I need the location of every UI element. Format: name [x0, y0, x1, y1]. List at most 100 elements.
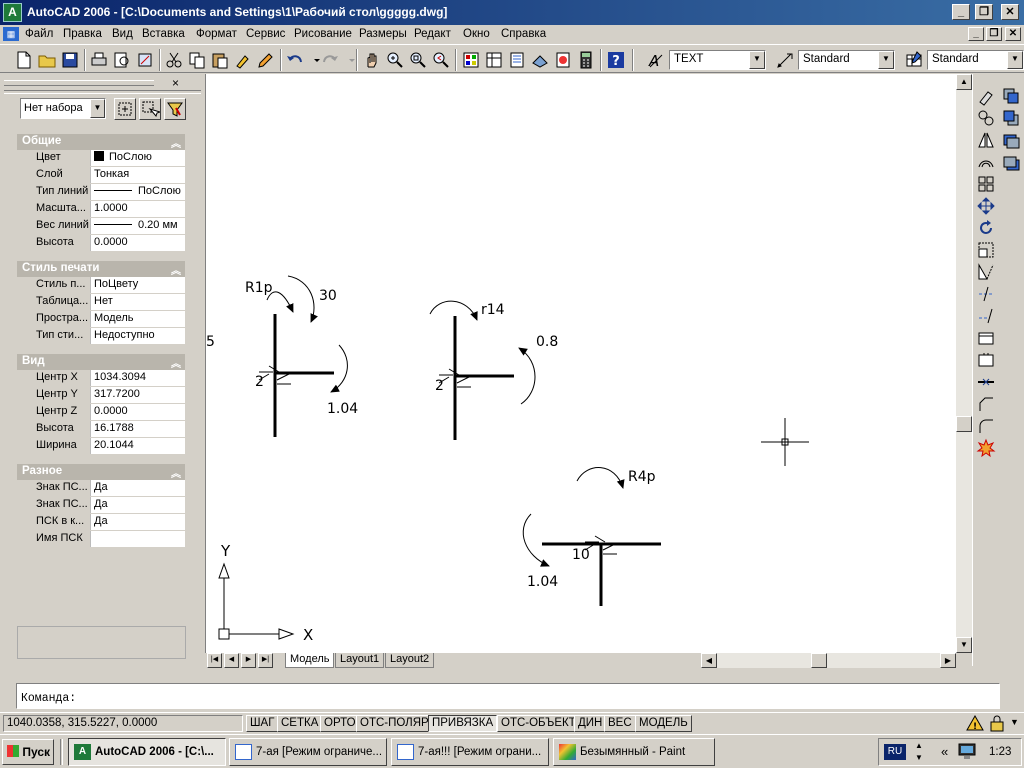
section-misc-header[interactable]: Разное ︽ — [17, 464, 185, 480]
otrack-toggle[interactable]: ОТС-ОБЪЕКТ — [497, 715, 580, 732]
bring-to-front-icon[interactable] — [1001, 86, 1021, 106]
copy-object-icon[interactable] — [976, 108, 996, 128]
prop-row[interactable]: Центр Y 317.7200 — [17, 387, 185, 404]
bring-above-icon[interactable] — [1001, 130, 1021, 150]
send-under-icon[interactable] — [1001, 152, 1021, 172]
copy-icon[interactable] — [187, 50, 207, 70]
prop-row[interactable]: Таблица... Нет — [17, 294, 185, 311]
polar-toggle[interactable]: ОТС-ПОЛЯР — [356, 715, 433, 732]
tool-palettes-icon[interactable] — [507, 50, 527, 70]
osnap-toggle[interactable]: ПРИВЯЗКА — [428, 715, 498, 732]
prop-row[interactable]: Стиль п... ПоЦвету — [17, 277, 185, 294]
chevron-down-icon[interactable]: ▼ — [90, 99, 105, 118]
text-style-icon[interactable]: A — [646, 50, 666, 70]
menu-tools[interactable]: Сервис — [246, 28, 285, 40]
scroll-down-icon[interactable]: ▼ — [956, 637, 972, 653]
help-icon[interactable]: ? — [606, 50, 626, 70]
zoom-previous-icon[interactable] — [431, 50, 451, 70]
sheet-set-icon[interactable] — [530, 50, 550, 70]
command-line-input[interactable]: Команда: — [16, 683, 1000, 709]
send-to-back-icon[interactable] — [1001, 108, 1021, 128]
open-icon[interactable] — [37, 50, 57, 70]
roughness-figure-1[interactable]: 2 R1p 30 1.04 — [245, 275, 358, 437]
model-toggle[interactable]: МОДЕЛЬ — [635, 715, 692, 732]
scroll-up-icon[interactable]: ▲ — [956, 74, 972, 90]
doc-restore-button[interactable]: ❐ — [986, 27, 1002, 41]
zoom-window-icon[interactable] — [408, 50, 428, 70]
new-icon[interactable] — [14, 50, 34, 70]
prop-value[interactable]: Да — [91, 480, 185, 496]
menu-dimension[interactable]: Размеры — [359, 28, 407, 40]
prop-value[interactable]: 16.1788 — [91, 421, 185, 437]
prop-value[interactable]: 1034.3094 — [91, 370, 185, 386]
roughness-figure-2[interactable]: 2 r14 0.8 — [429, 300, 558, 440]
prop-value[interactable]: 0.0000 — [91, 235, 185, 251]
tab-model[interactable]: Модель — [285, 653, 335, 668]
scroll-right-icon[interactable]: ▶ — [940, 653, 956, 668]
chevron-down-icon[interactable]: ▼ — [749, 51, 765, 69]
close-icon[interactable]: × — [172, 76, 179, 90]
prop-row[interactable]: Высота 0.0000 — [17, 235, 185, 252]
scroll-left-icon[interactable]: ◀ — [701, 653, 717, 668]
minimize-button[interactable]: _ — [952, 4, 970, 20]
menu-edit[interactable]: Правка — [63, 28, 102, 40]
prop-value[interactable]: Модель — [91, 311, 185, 327]
prop-row[interactable]: Слой Тонкая — [17, 167, 185, 184]
markup-set-icon[interactable] — [553, 50, 573, 70]
prop-value[interactable]: ПоСлою — [91, 150, 185, 166]
stretch-icon[interactable] — [976, 262, 996, 282]
doc-close-button[interactable]: ✕ — [1005, 27, 1021, 41]
publish-icon[interactable] — [135, 50, 155, 70]
menu-view[interactable]: Вид — [112, 28, 133, 40]
undo-dropdown-icon[interactable] — [307, 50, 320, 70]
prop-value[interactable]: Да — [91, 514, 185, 530]
quickcalc-icon[interactable] — [576, 50, 596, 70]
task-document-2[interactable]: 7-ая!!! [Режим ограни... — [391, 738, 549, 766]
prop-row[interactable]: Высота 16.1788 — [17, 421, 185, 438]
show-hidden-icons-button[interactable]: « — [941, 744, 948, 759]
prop-value[interactable]: 0.0000 — [91, 404, 185, 420]
clock[interactable]: 1:23 — [989, 746, 1011, 758]
scroll-thumb[interactable] — [956, 416, 972, 432]
palette-grip[interactable] — [4, 80, 154, 86]
prop-value[interactable]: Да — [91, 497, 185, 513]
prop-row[interactable]: Тип сти... Недоступно — [17, 328, 185, 345]
fillet-icon[interactable] — [976, 416, 996, 436]
dim-style-icon[interactable] — [775, 50, 795, 70]
monitor-icon[interactable] — [957, 743, 979, 761]
chevron-up-icon[interactable]: ︽ — [171, 465, 181, 480]
prop-value[interactable]: ПоСлою — [91, 184, 185, 200]
prop-value[interactable]: Тонкая — [91, 167, 185, 183]
prop-row[interactable]: ПСК в к... Да — [17, 514, 185, 531]
prop-value[interactable]: 0.20 мм — [91, 218, 185, 234]
join-icon[interactable] — [976, 372, 996, 392]
trim-icon[interactable] — [976, 284, 996, 304]
quick-select-button[interactable] — [164, 98, 186, 120]
prop-row[interactable]: Знак ПС... Да — [17, 497, 185, 514]
menu-file[interactable]: Файл — [25, 28, 53, 40]
tab-layout1[interactable]: Layout1 — [335, 653, 385, 668]
section-view-header[interactable]: Вид ︽ — [17, 354, 185, 370]
section-general-header[interactable]: Общие ︽ — [17, 134, 185, 150]
extend-icon[interactable] — [976, 306, 996, 326]
prop-value[interactable]: Недоступно — [91, 328, 185, 344]
menu-format[interactable]: Формат — [196, 28, 237, 40]
chevron-up-icon[interactable]: ︽ — [171, 135, 181, 150]
prop-row[interactable]: Вес линий 0.20 мм — [17, 218, 185, 235]
explode-icon[interactable] — [976, 438, 996, 458]
redo-dropdown-icon[interactable] — [342, 50, 355, 70]
last-tab-icon[interactable]: ▶| — [258, 653, 273, 668]
prop-value[interactable]: 1.0000 — [91, 201, 185, 217]
task-autocad[interactable]: A AutoCAD 2006 - [C:\... — [68, 738, 226, 766]
chevron-up-icon[interactable]: ︽ — [171, 262, 181, 277]
cut-icon[interactable] — [164, 50, 184, 70]
menu-modify[interactable]: Редакт — [414, 28, 451, 40]
erase-icon[interactable] — [976, 86, 996, 106]
redo-icon[interactable] — [320, 50, 340, 70]
menu-window[interactable]: Окно — [463, 28, 490, 40]
chamfer-icon[interactable] — [976, 394, 996, 414]
chevron-down-icon[interactable]: ▼ — [1007, 51, 1023, 69]
prop-value[interactable]: 317.7200 — [91, 387, 185, 403]
menu-insert[interactable]: Вставка — [142, 28, 185, 40]
task-document-1[interactable]: 7-ая [Режим ограниче... — [229, 738, 387, 766]
